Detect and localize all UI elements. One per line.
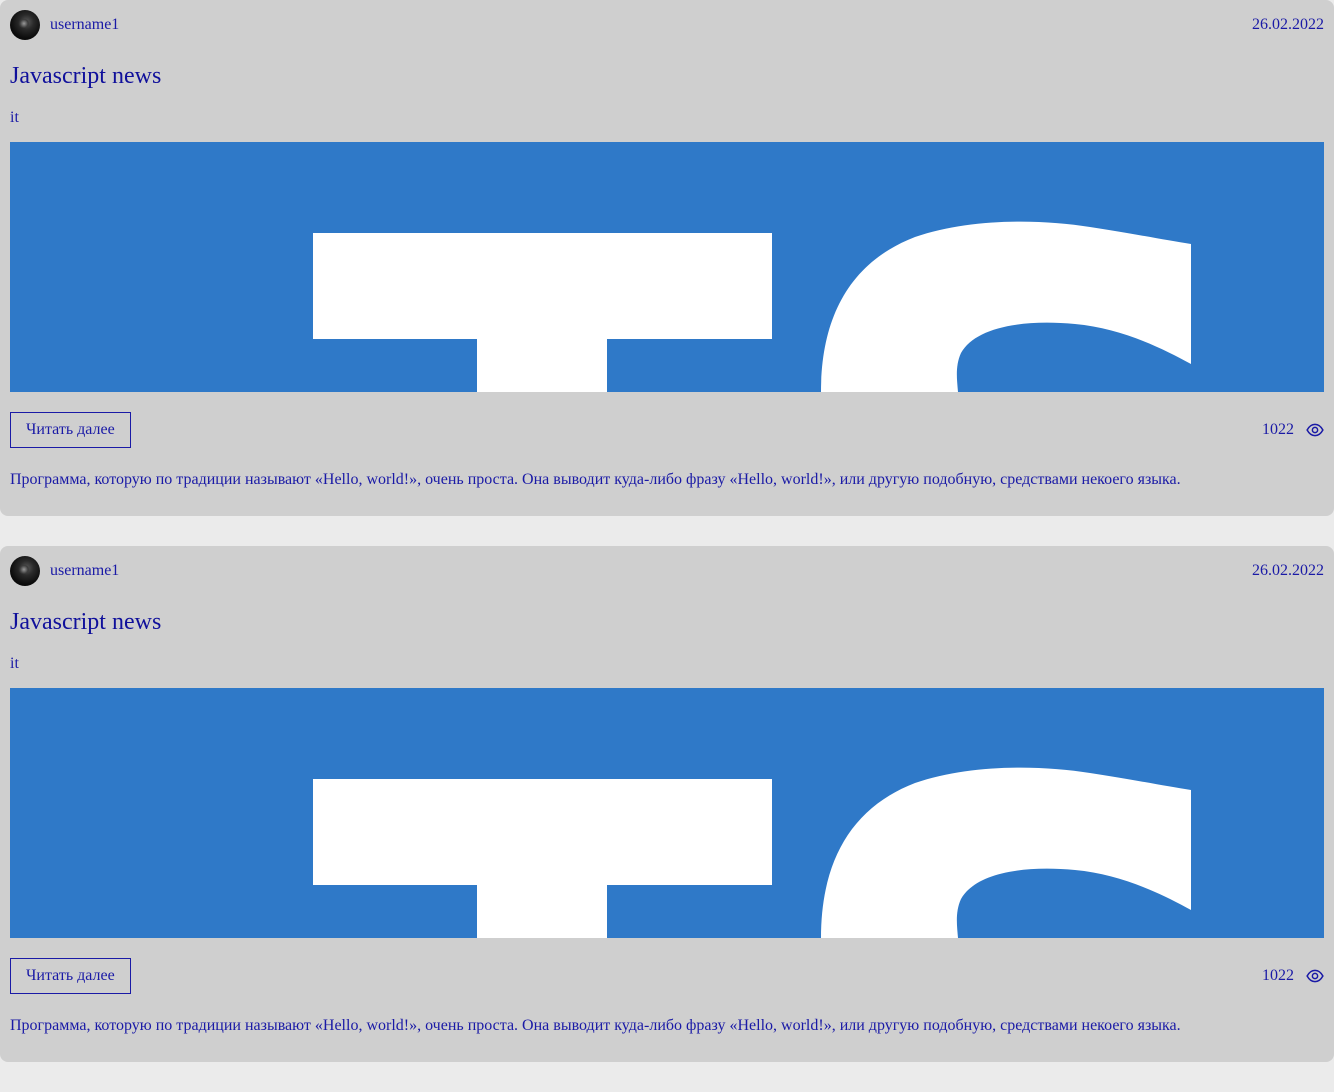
eye-icon — [1306, 423, 1324, 437]
read-more-button[interactable]: Читать далее — [10, 958, 131, 994]
post-tag[interactable]: it — [10, 109, 1324, 127]
post-image[interactable] — [10, 688, 1324, 938]
post-header: username1 26.02.2022 — [10, 556, 1324, 586]
post-header: username1 26.02.2022 — [10, 10, 1324, 40]
post-card: username1 26.02.2022 Javascript news it … — [0, 546, 1334, 1062]
post-feed: username1 26.02.2022 Javascript news it … — [0, 0, 1334, 1062]
post-title[interactable]: Javascript news — [10, 62, 1324, 90]
post-excerpt: Программа, которую по традиции называют … — [10, 471, 1181, 488]
post-title[interactable]: Javascript news — [10, 608, 1324, 636]
author-username[interactable]: username1 — [50, 562, 119, 580]
typescript-logo-image — [10, 142, 1324, 392]
views-counter: 1022 — [1262, 967, 1324, 985]
author-username[interactable]: username1 — [50, 16, 119, 34]
post-image[interactable] — [10, 142, 1324, 392]
post-author[interactable]: username1 — [10, 556, 119, 586]
post-footer: Читать далее 1022 — [10, 412, 1324, 448]
views-count: 1022 — [1262, 967, 1294, 984]
post-date: 26.02.2022 — [1252, 562, 1324, 579]
post-author[interactable]: username1 — [10, 10, 119, 40]
avatar[interactable] — [10, 10, 40, 40]
post-footer: Читать далее 1022 — [10, 958, 1324, 994]
views-counter: 1022 — [1262, 421, 1324, 439]
typescript-logo-image — [10, 688, 1324, 938]
read-more-button[interactable]: Читать далее — [10, 412, 131, 448]
post-date: 26.02.2022 — [1252, 16, 1324, 33]
views-count: 1022 — [1262, 421, 1294, 438]
avatar[interactable] — [10, 556, 40, 586]
post-excerpt: Программа, которую по традиции называют … — [10, 1017, 1181, 1034]
post-card: username1 26.02.2022 Javascript news it … — [0, 0, 1334, 516]
eye-icon — [1306, 969, 1324, 983]
post-tag[interactable]: it — [10, 655, 1324, 673]
